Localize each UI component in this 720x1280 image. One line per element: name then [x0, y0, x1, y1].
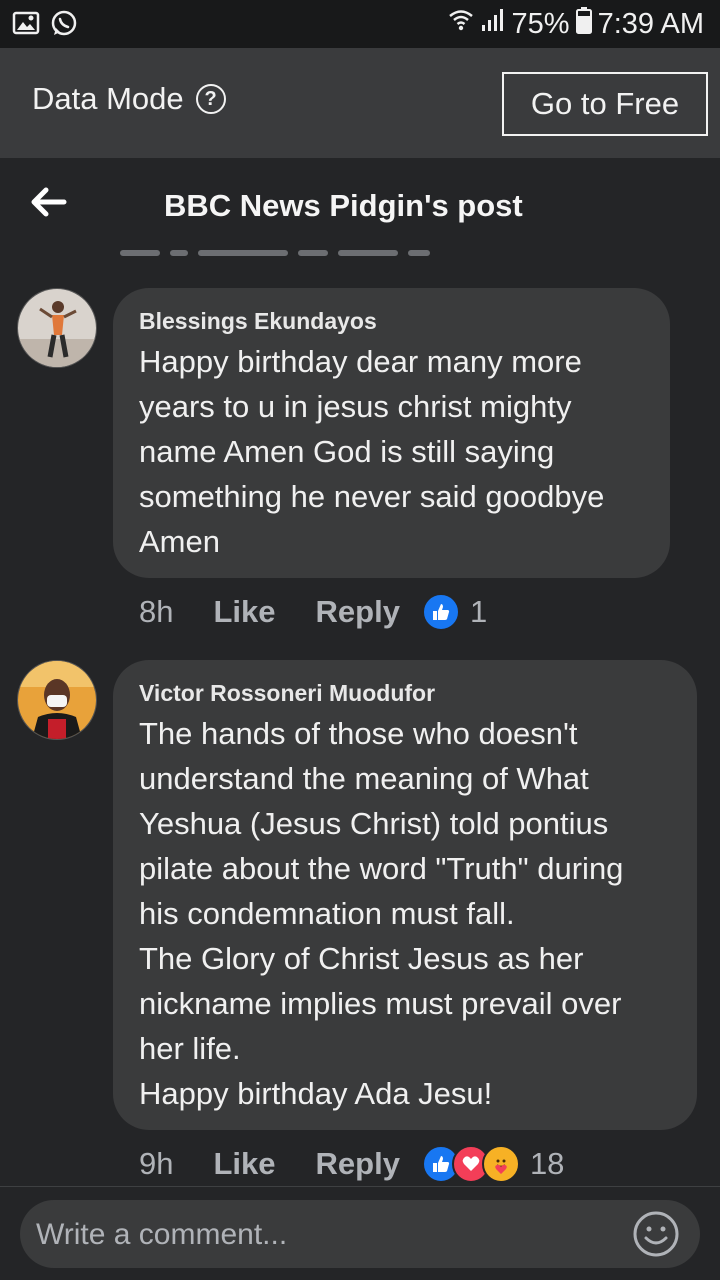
data-mode-bar: Data Mode ? Go to Free — [0, 48, 720, 158]
reply-button[interactable]: Reply — [316, 594, 400, 630]
help-icon[interactable]: ? — [195, 84, 226, 114]
comment-text: Happy birthday dear many more years to u… — [139, 344, 605, 559]
reaction-summary[interactable]: 18 — [421, 1145, 565, 1183]
status-bar: 75% 7:39 AM — [0, 0, 720, 48]
status-indicators: 75% 7:39 AM — [448, 6, 704, 42]
go-to-free-button[interactable]: Go to Free — [502, 72, 708, 136]
like-reaction-icon — [421, 593, 460, 631]
comment-author[interactable]: Blessings Ekundayos — [139, 308, 644, 335]
clock: 7:39 AM — [597, 7, 704, 40]
battery-percent: 75% — [511, 7, 570, 40]
comment-input[interactable] — [34, 1216, 598, 1254]
reaction-count: 1 — [469, 594, 488, 629]
data-mode-label-group[interactable]: Data Mode ? — [32, 81, 226, 117]
emoji-icon[interactable] — [632, 1210, 680, 1263]
whatsapp-icon — [50, 9, 78, 42]
comment-time: 8h — [139, 594, 174, 629]
image-icon — [12, 9, 40, 42]
page-title: BBC News Pidgin's post — [164, 188, 523, 223]
previous-comment-cutoff — [120, 250, 600, 260]
comment-author[interactable]: Victor Rossoneri Muodufor — [139, 680, 671, 707]
comment-actions: 8h Like Reply 1 — [139, 593, 487, 631]
wifi-icon — [448, 7, 474, 41]
comment-actions: 9h Like Reply 18 — [139, 1145, 564, 1183]
comment-bubble[interactable]: Victor Rossoneri Muodufor The hands of t… — [113, 660, 697, 1130]
battery-icon — [575, 6, 592, 42]
like-button[interactable]: Like — [213, 594, 275, 630]
reaction-summary[interactable]: 1 — [421, 593, 488, 631]
notification-icons — [12, 9, 78, 42]
data-mode-label: Data Mode — [32, 81, 184, 116]
comment-bubble[interactable]: Blessings Ekundayos Happy birthday dear … — [113, 288, 670, 578]
comment-time: 9h — [139, 1146, 174, 1181]
back-arrow-icon[interactable] — [28, 184, 68, 225]
avatar[interactable] — [17, 660, 97, 740]
avatar[interactable] — [17, 288, 97, 368]
post-header: BBC News Pidgin's post — [0, 158, 720, 250]
comment-composer — [20, 1200, 700, 1268]
reaction-count: 18 — [529, 1146, 565, 1181]
divider — [0, 1186, 720, 1187]
care-reaction-icon — [481, 1145, 520, 1183]
like-button[interactable]: Like — [213, 1146, 275, 1182]
reply-button[interactable]: Reply — [316, 1146, 400, 1182]
comment-text: The hands of those who doesn't understan… — [139, 716, 624, 1111]
signal-icon — [480, 7, 506, 41]
